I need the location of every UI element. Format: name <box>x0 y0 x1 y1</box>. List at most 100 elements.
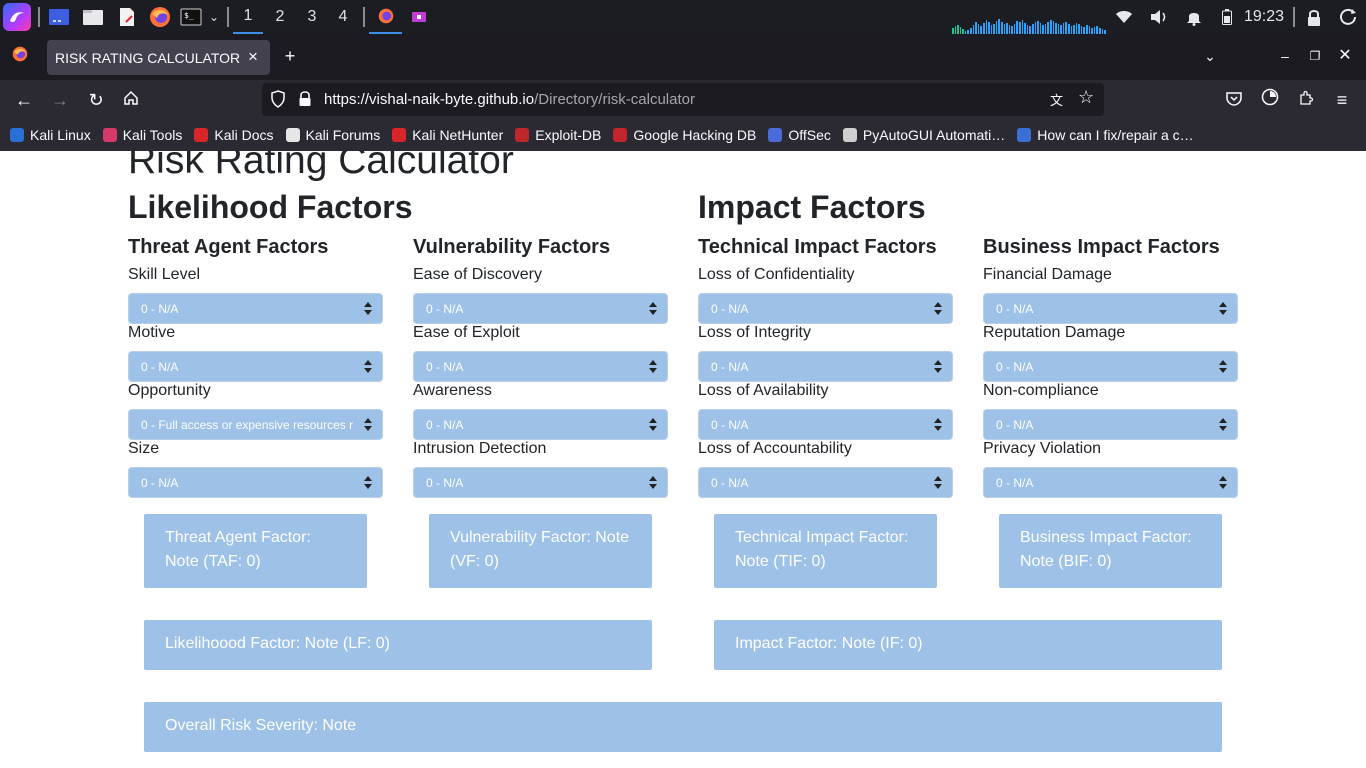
workspace-2[interactable]: 2 <box>265 0 295 34</box>
select-value: 0 - N/A <box>996 360 1034 374</box>
panel-separator <box>1293 7 1295 27</box>
select-value: 0 - N/A <box>996 476 1034 490</box>
back-icon[interactable]: ← <box>11 87 37 113</box>
terminal-icon[interactable]: $_ <box>180 0 202 34</box>
loss-of-availability-select[interactable]: 0 - N/A <box>698 409 953 440</box>
loss-of-confidentiality-select[interactable]: 0 - N/A <box>698 293 953 324</box>
audio-bar <box>1093 27 1096 34</box>
impact-factors-heading: Impact Factors <box>698 189 926 225</box>
show-desktop-icon[interactable] <box>48 0 70 34</box>
audio-bar <box>1088 26 1091 34</box>
audio-bar <box>1039 23 1042 34</box>
home-icon[interactable] <box>118 87 144 113</box>
bookmark-exploit-db[interactable]: Exploit-DB <box>515 127 601 143</box>
awareness-label: Awareness <box>413 382 492 399</box>
workspace-4[interactable]: 4 <box>328 0 358 34</box>
intrusion-detection-select[interactable]: 0 - N/A <box>413 467 668 498</box>
select-arrows-icon <box>1219 417 1227 433</box>
ease-of-exploit-label: Ease of Exploit <box>413 324 520 341</box>
kali-menu-icon[interactable] <box>2 0 32 34</box>
bookmark-kali-nethunter[interactable]: Kali NetHunter <box>392 127 503 143</box>
bookmark-kali-tools[interactable]: Kali Tools <box>102 127 183 143</box>
loss-of-accountability-select[interactable]: 0 - N/A <box>698 467 953 498</box>
firefox-icon[interactable] <box>149 0 171 34</box>
bookmark-kali-linux[interactable]: Kali Linux <box>10 127 91 143</box>
list-tabs-icon[interactable]: ⌄ <box>1198 44 1222 68</box>
bookmark-label: OffSec <box>788 127 831 143</box>
non-compliance-select[interactable]: 0 - N/A <box>983 409 1238 440</box>
audio-bar <box>1000 22 1003 34</box>
text-editor-icon[interactable] <box>116 0 138 34</box>
bookmark-kali-forums[interactable]: Kali Forums <box>285 127 381 143</box>
awareness-select[interactable]: 0 - N/A <box>413 409 668 440</box>
size-select[interactable]: 0 - N/A <box>128 467 383 498</box>
notification-bell-icon[interactable] <box>1183 0 1205 34</box>
lock-icon[interactable] <box>298 90 312 111</box>
reputation-damage-select[interactable]: 0 - N/A <box>983 351 1238 382</box>
bookmark-offsec[interactable]: OffSec <box>768 127 831 143</box>
select-arrows-icon <box>649 301 657 317</box>
extensions-icon[interactable] <box>1293 87 1319 113</box>
lock-icon[interactable] <box>1303 0 1325 34</box>
audio-bar <box>1075 23 1078 34</box>
ease-of-exploit-select[interactable]: 0 - N/A <box>413 351 668 382</box>
wifi-icon[interactable] <box>1113 0 1135 34</box>
bookmark-star-icon[interactable]: ☆ <box>1078 87 1094 108</box>
audio-visualizer <box>952 10 1106 34</box>
minimize-icon[interactable]: – <box>1273 44 1297 68</box>
clock[interactable]: 19:23 <box>1243 0 1285 34</box>
financial-damage-select[interactable]: 0 - N/A <box>983 293 1238 324</box>
bookmark-kali-docs[interactable]: Kali Docs <box>194 127 274 143</box>
tracking-protection-shield-icon[interactable] <box>270 90 286 112</box>
privacy-violation-label: Privacy Violation <box>983 440 1101 457</box>
account-icon[interactable] <box>1257 87 1283 113</box>
motive-select[interactable]: 0 - N/A <box>128 351 383 382</box>
firefox-view-icon[interactable] <box>8 44 32 68</box>
close-tab-icon[interactable]: × <box>244 48 262 66</box>
pocket-icon[interactable] <box>1221 87 1247 113</box>
bookmark-label: Kali Tools <box>122 127 183 143</box>
business-impact-factor-result: Business Impact Factor: Note (BIF: 0) <box>999 514 1222 588</box>
reload-icon[interactable]: ↻ <box>83 87 109 113</box>
bookmark-pyautogui[interactable]: PyAutoGUI Automati… <box>842 127 1005 143</box>
bookmark-label: How can I fix/repair a c… <box>1037 127 1194 143</box>
bookmark-google-hacking-db[interactable]: Google Hacking DB <box>613 127 756 143</box>
new-tab-icon[interactable]: + <box>278 44 302 68</box>
power-icon[interactable] <box>1337 0 1361 34</box>
bookmark-how-can-i-fix[interactable]: How can I fix/repair a c… <box>1017 127 1194 143</box>
panel-separator <box>38 7 40 27</box>
privacy-violation-select[interactable]: 0 - N/A <box>983 467 1238 498</box>
bookmark-label: Kali Forums <box>305 127 381 143</box>
kali-docs-icon <box>194 128 209 142</box>
workspace-3[interactable]: 3 <box>297 0 327 34</box>
audio-bar <box>1016 21 1019 34</box>
chevron-down-icon[interactable]: ⌄ <box>206 0 222 34</box>
audio-bar <box>1031 24 1034 34</box>
firefox-window-icon[interactable] <box>369 0 402 34</box>
audio-bar <box>993 24 995 34</box>
url-text[interactable]: https://vishal-naik-byte.github.io/Direc… <box>324 91 695 108</box>
business-impact-factors-heading: Business Impact Factors <box>983 236 1220 258</box>
forward-icon[interactable]: → <box>47 87 73 113</box>
size-label: Size <box>128 440 160 457</box>
volume-icon[interactable] <box>1147 0 1171 34</box>
url-bar[interactable]: https://vishal-naik-byte.github.io/Direc… <box>262 83 1104 116</box>
file-manager-icon[interactable] <box>82 0 104 34</box>
skill-level-select[interactable]: 0 - N/A <box>128 293 383 324</box>
tab-risk-rating-calculator[interactable]: RISK RATING CALCULATOR × <box>47 40 270 75</box>
opportunity-select[interactable]: 0 - Full access or expensive resources r <box>128 409 383 440</box>
audio-bar <box>1011 26 1013 34</box>
audio-bar <box>977 24 980 34</box>
loss-of-integrity-select[interactable]: 0 - N/A <box>698 351 953 382</box>
financial-damage-label: Financial Damage <box>983 266 1112 283</box>
menu-hamburger-icon[interactable]: ≡ <box>1329 87 1355 113</box>
app-window-icon[interactable] <box>406 0 432 34</box>
close-window-icon[interactable]: ✕ <box>1333 44 1357 68</box>
audio-bar <box>954 26 957 34</box>
workspace-1[interactable]: 1 <box>233 0 263 34</box>
select-value: 0 - Full access or expensive resources r <box>141 418 354 432</box>
restore-icon[interactable]: ❐ <box>1303 44 1327 68</box>
audio-bar <box>959 27 962 34</box>
translate-icon[interactable]: 文 <box>1050 90 1063 109</box>
ease-of-discovery-select[interactable]: 0 - N/A <box>413 293 668 324</box>
